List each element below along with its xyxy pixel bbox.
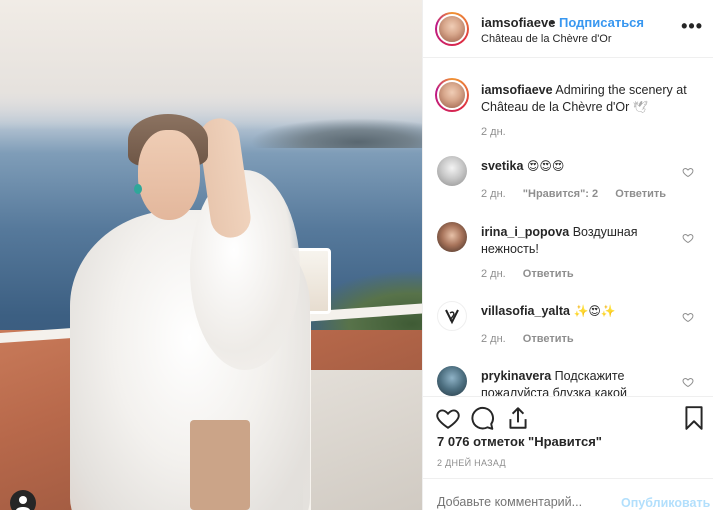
comment-username[interactable]: villasofia_yalta [481,304,570,318]
heart-icon[interactable] [682,232,694,244]
comment-text: irina_i_popova Воздушная нежность! [481,224,681,258]
dove-emoji: 🕊 [632,100,649,114]
avatar[interactable] [435,12,469,46]
more-icon[interactable]: ••• [681,16,703,37]
avatar[interactable] [435,78,469,112]
comment-time[interactable]: 2 дн. [481,333,506,345]
post-timestamp[interactable]: 2 ДНЕЙ НАЗАД [437,458,506,468]
reply-button[interactable]: Ответить [523,333,574,345]
reply-button[interactable]: Ответить [615,188,666,200]
location-link[interactable]: Château de la Chèvre d'Or [481,33,612,45]
comment-body: ✨😍✨ [573,304,616,318]
post-header: iamsofiaeve • Подписаться Château de la … [423,0,713,58]
author-username[interactable]: iamsofiaeve [481,15,555,30]
heart-icon[interactable] [682,311,694,323]
caption-username[interactable]: iamsofiaeve [481,83,553,97]
share-icon[interactable] [505,405,531,431]
villa-logo-icon [445,309,459,325]
earring [134,184,142,194]
comment-text: villasofia_yalta ✨😍✨ [481,303,681,320]
caption-meta: 2 дн. [481,126,520,138]
comment-time[interactable]: 2 дн. [481,268,506,280]
comment-text: svetika 😍😍😍 [481,158,681,175]
comment-likes[interactable]: "Нравится": 2 [523,188,598,200]
skirt [190,420,250,510]
avatar[interactable] [437,156,467,186]
comment-icon[interactable] [469,405,495,431]
comment-text: prykinavera Подскажите пожалуйста блузка… [481,368,681,396]
add-comment-bar: Опубликовать [423,478,713,510]
bookmark-icon[interactable] [681,405,707,431]
comment-username[interactable]: irina_i_popova [481,225,569,239]
comment-meta: 2 дн. "Нравится": 2 Ответить [481,188,680,200]
face [138,130,200,220]
comment-username[interactable]: svetika [481,159,523,173]
comment-username[interactable]: prykinavera [481,369,551,383]
action-bar [423,396,713,432]
avatar[interactable] [437,222,467,252]
caption-time[interactable]: 2 дн. [481,126,506,138]
comment-meta: 2 дн. Ответить [481,268,588,280]
post-photo[interactable] [0,0,422,510]
comment-meta: 2 дн. Ответить [481,333,588,345]
caption-text: iamsofiaeve Admiring the scenery at Chât… [481,82,696,116]
post-sidebar: iamsofiaeve • Подписаться Château de la … [422,0,713,510]
comment-time[interactable]: 2 дн. [481,188,506,200]
avatar[interactable] [437,301,467,331]
post-comment-button[interactable]: Опубликовать [621,496,710,510]
comment-body: 😍😍😍 [526,159,565,173]
sky [0,0,422,130]
heart-icon[interactable] [682,376,694,388]
coastline [250,118,422,148]
follow-button[interactable]: Подписаться [559,15,644,30]
heart-icon[interactable] [435,405,461,431]
reply-button[interactable]: Ответить [523,268,574,280]
separator-dot: • [550,15,555,30]
likes-count[interactable]: 7 076 отметок "Нравится" [437,434,602,449]
comment-input[interactable] [437,495,607,509]
user-tag-icon[interactable] [10,490,36,510]
avatar[interactable] [437,366,467,396]
heart-icon[interactable] [682,166,694,178]
comments-list[interactable]: iamsofiaeve Admiring the scenery at Chât… [423,58,713,396]
